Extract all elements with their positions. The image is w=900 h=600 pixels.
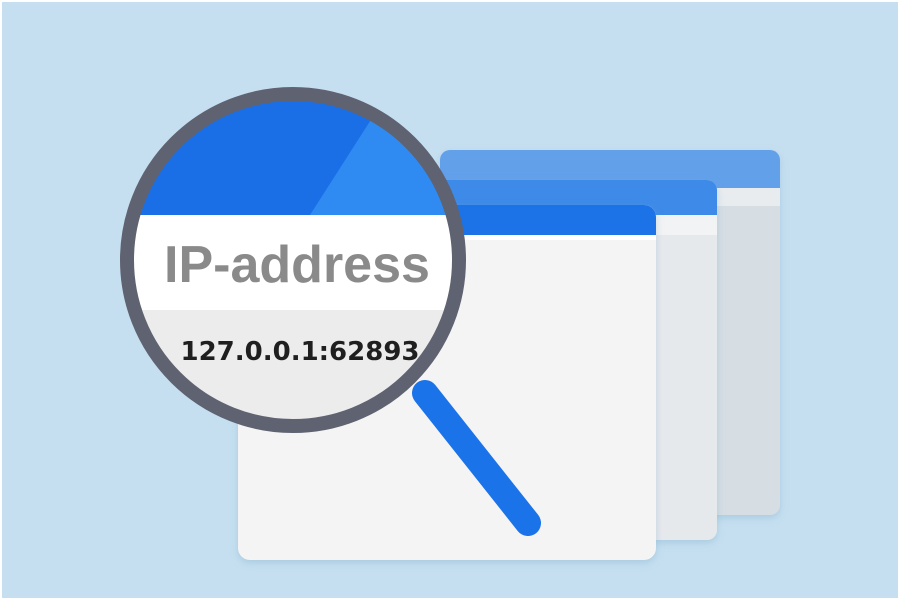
lens-title: IP-address xyxy=(164,236,430,294)
image-frame: IP-address 127.0.0.1:62893 xyxy=(0,0,900,600)
ip-address-illustration: IP-address 127.0.0.1:62893 xyxy=(120,87,780,560)
lens-ip-value: 127.0.0.1:62893 xyxy=(180,337,419,367)
